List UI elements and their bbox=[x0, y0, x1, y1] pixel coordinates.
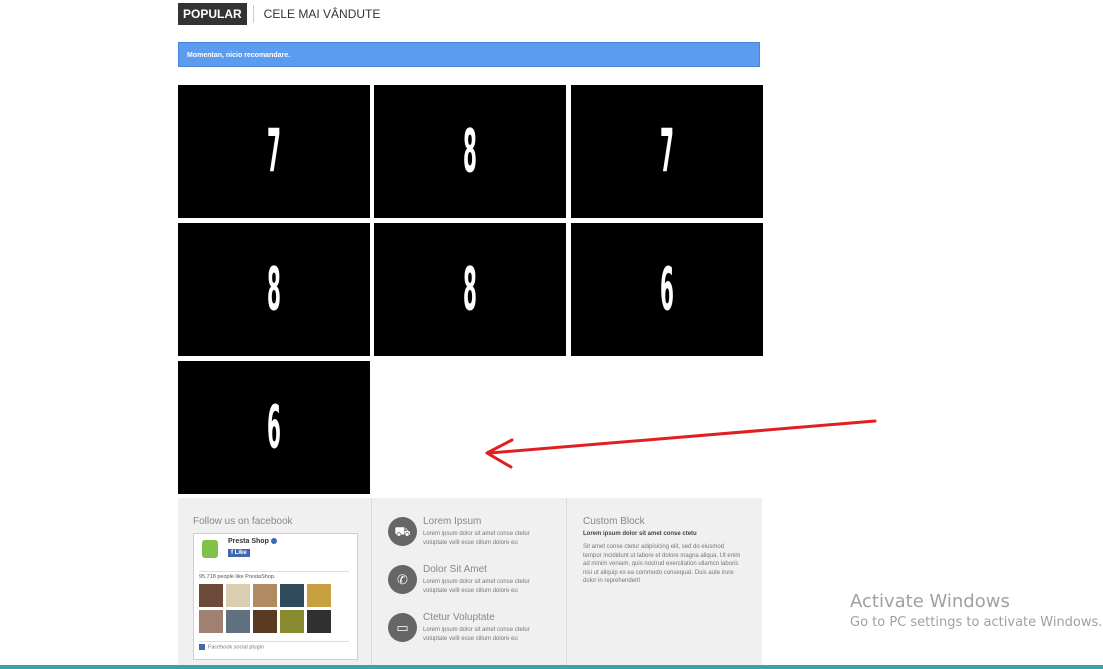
facebook-icon bbox=[199, 644, 205, 650]
activation-watermark-text: Go to PC settings to activate Windows. bbox=[850, 615, 1103, 630]
facebook-plugin-label: Facebook social plugin bbox=[199, 641, 349, 650]
custom-block: Custom Block Lorem ipsum dolor sit amet … bbox=[583, 516, 748, 586]
avatar[interactable] bbox=[307, 610, 331, 633]
feature-title: Dolor Sit Amet bbox=[423, 564, 487, 575]
avatar[interactable] bbox=[199, 610, 223, 633]
credit-card-icon: ▭ bbox=[388, 613, 417, 642]
avatar[interactable] bbox=[226, 610, 250, 633]
feature-title: Lorem Ipsum bbox=[423, 516, 482, 527]
footer: Follow us on facebook Presta Shop f Like… bbox=[178, 498, 762, 669]
avatar[interactable] bbox=[226, 584, 250, 607]
footer-divider bbox=[566, 498, 567, 669]
prestashop-logo bbox=[202, 540, 218, 558]
avatar[interactable] bbox=[253, 584, 277, 607]
feature-item: ⛟ Lorem Ipsum Lorem ipsum dolor sit amet… bbox=[388, 514, 568, 562]
feature-text: Lorem ipsum dolor sit amet conse ctetur … bbox=[423, 531, 530, 546]
footer-divider bbox=[371, 498, 372, 669]
verified-icon bbox=[270, 538, 277, 545]
facebook-page-name[interactable]: Presta Shop bbox=[228, 538, 277, 545]
custom-block-title: Custom Block bbox=[583, 516, 645, 527]
facebook-like-button[interactable]: f Like bbox=[228, 549, 250, 557]
avatar[interactable] bbox=[280, 584, 304, 607]
facebook-block-title: Follow us on facebook bbox=[193, 516, 293, 527]
feature-text: Lorem ipsum dolor sit amet conse ctetur … bbox=[423, 627, 530, 642]
activation-watermark-title: Activate Windows bbox=[850, 591, 1010, 612]
feature-item: ✆ Dolor Sit Amet Lorem ipsum dolor sit a… bbox=[388, 562, 568, 610]
facebook-faces bbox=[199, 584, 331, 633]
avatar[interactable] bbox=[199, 584, 223, 607]
facebook-like-count: 95,718 people like PrestaShop. bbox=[199, 571, 349, 580]
facebook-widget[interactable]: Presta Shop f Like 95,718 people like Pr… bbox=[193, 533, 358, 660]
facebook-block: Follow us on facebook Presta Shop f Like… bbox=[193, 516, 363, 660]
truck-icon: ⛟ bbox=[388, 517, 417, 546]
avatar[interactable] bbox=[253, 610, 277, 633]
feature-item: ▭ Ctetur Voluptate Lorem ipsum dolor sit… bbox=[388, 610, 568, 658]
feature-text: Lorem ipsum dolor sit amet conse ctetur … bbox=[423, 579, 530, 594]
taskbar-edge bbox=[0, 665, 1103, 669]
custom-block-subtitle: Lorem ipsum dolor sit amet conse ctetu bbox=[583, 531, 697, 537]
avatar[interactable] bbox=[280, 610, 304, 633]
custom-block-text: Sit amet conse ctetur adipisicing elit, … bbox=[583, 544, 741, 584]
feature-title: Ctetur Voluptate bbox=[423, 612, 495, 623]
phone-icon: ✆ bbox=[388, 565, 417, 594]
avatar[interactable] bbox=[307, 584, 331, 607]
features-block: ⛟ Lorem Ipsum Lorem ipsum dolor sit amet… bbox=[388, 514, 568, 658]
